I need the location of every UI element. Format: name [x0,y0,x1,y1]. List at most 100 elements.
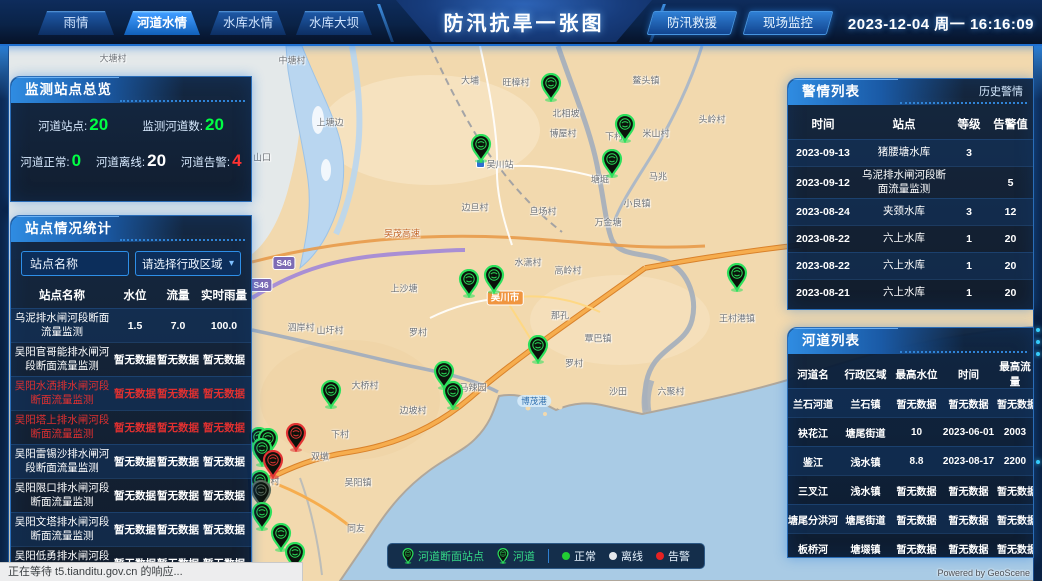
alert-station: 猪腰塘水库 [858,144,950,162]
alert-table-body[interactable]: 2023-09-13猪腰塘水库32023-09-12乌泥排水闸河段断面流量监测5… [788,139,1033,306]
scroll-glow-dot [1036,352,1040,356]
map-place-label: 博茂港 [517,395,551,407]
region-select[interactable]: 请选择行政区域 ▾ [135,251,241,276]
table-row[interactable]: 2023-08-22六上水库120 [788,225,1033,252]
map-marker-normal[interactable] [470,134,492,163]
map-marker-alarm[interactable] [285,423,307,452]
legend-item: 正常 [562,548,596,564]
stat-item: 河道站点:20 [38,115,108,135]
tab-水库大坝[interactable]: 水库大坝 [296,11,372,35]
table-row[interactable]: 鉴江浅水镇8.82023-08-172200 [788,446,1033,475]
flow: 暂无数据 [157,420,199,435]
alert-station: 六上水库 [858,284,950,302]
map-marker-normal[interactable] [527,335,549,364]
column-header: 水位 [113,287,157,303]
river-cell: 暂无数据 [997,512,1033,527]
table-row[interactable]: 2023-09-13猪腰塘水库3 [788,139,1033,166]
legend-label: 河道 [513,548,535,564]
legend-item: 河道断面站点 [402,548,484,564]
table-row[interactable]: 2023-08-21六上水库120 [788,279,1033,306]
river-cell: 塘㙍镇 [838,541,893,556]
legend-item: 离线 [609,548,643,564]
table-row[interactable]: 2023-09-12乌泥排水闸河段断面流量监测5 [788,166,1033,198]
station-name: 吴阳水洒排水闸河段断面流量监测 [11,378,113,408]
region-select-value: 请选择行政区域 [142,256,223,272]
browser-status-popup: 正在等待 t5.tianditu.gov.cn 的响应... [0,562,303,581]
page-title: 防汛抗旱一张图 [444,7,605,36]
map-place-label: 大埔 [461,74,479,87]
river-cell: 塘尾街道 [838,425,893,440]
rainfall: 暂无数据 [199,488,249,503]
chevron-down-icon: ▾ [229,258,234,269]
alert-value: 20 [988,260,1033,272]
map-place-label: 罗村 [409,326,427,339]
history-alerts-link[interactable]: 历史警情 [979,79,1023,105]
alert-level: 3 [950,147,988,159]
map-marker-normal[interactable] [601,149,623,178]
table-row[interactable]: 三叉江浅水镇暂无数据暂无数据暂无数据 [788,475,1033,504]
table-row[interactable]: 吴阳文塔排水闸河段断面流量监测暂无数据暂无数据暂无数据 [11,512,251,546]
river-cell: 暂无数据 [893,541,940,556]
panel-alert-list: 警情列表 历史警情 时间站点等级告警值 2023-09-13猪腰塘水库32023… [787,78,1034,310]
table-row[interactable]: 兰石河道兰石镇暂无数据暂无数据暂无数据 [788,388,1033,417]
river-cell: 鉴江 [788,454,838,469]
map-place-label: 大塘村 [99,52,126,65]
flow: 暂无数据 [157,522,199,537]
stat-item: 监测河道数:20 [142,115,224,135]
tab-雨情[interactable]: 雨情 [38,11,114,35]
table-row[interactable]: 吴阳水洒排水闸河段断面流量监测暂无数据暂无数据暂无数据 [11,376,251,410]
table-row[interactable]: 吴阳雷锡沙排水闸河段断面流量监测暂无数据暂无数据暂无数据 [11,444,251,478]
rainfall: 暂无数据 [199,420,249,435]
top-button-label: 现场监控 [763,12,813,34]
top-button-防汛救援[interactable]: 防汛救援 [646,11,737,35]
table-row[interactable]: 2023-08-22六上水库120 [788,252,1033,279]
station-name-input[interactable] [21,251,129,276]
table-row[interactable]: 袂花江塘尾街道102023-06-012003 [788,417,1033,446]
alert-value: 12 [988,206,1033,218]
tab-河道水情[interactable]: 河道水情 [124,11,200,35]
column-header: 等级 [950,116,988,132]
table-row[interactable]: 塘尾分洪河塘尾街道暂无数据暂无数据暂无数据 [788,504,1033,533]
map-marker-normal[interactable] [320,380,342,409]
table-row[interactable]: 板桥河塘㙍镇暂无数据暂无数据暂无数据 [788,533,1033,558]
river-cell: 暂无数据 [997,396,1033,411]
table-row[interactable]: 乌泥排水闸河段断面流量监测1.57.0100.0 [11,308,251,342]
map-marker-normal[interactable] [614,114,636,143]
table-row[interactable]: 吴阳塔上排水闸河段断面流量监测暂无数据暂无数据暂无数据 [11,410,251,444]
rainfall: 暂无数据 [199,352,249,367]
river-cell: 暂无数据 [893,483,940,498]
river-cell: 暂无数据 [997,483,1033,498]
table-row[interactable]: 吴阳官哥能排水闸河段断面流量监测暂无数据暂无数据暂无数据 [11,342,251,376]
station-name: 吴阳限口排水闸河段断面流量监测 [11,480,113,510]
station-name: 吴阳官哥能排水闸河段断面流量监测 [11,344,113,374]
right-frame-scrollbar[interactable] [1033,46,1042,581]
river-cell: 暂无数据 [940,512,997,527]
river-cell: 暂无数据 [997,541,1033,556]
legend-item: 告警 [656,548,690,564]
map-place-label: 上塘边 [316,116,343,129]
stat-item: 河道正常:0 [20,151,81,171]
alert-value: 20 [988,233,1033,245]
station-name: 乌泥排水闸河段断面流量监测 [11,310,113,340]
alert-level: 3 [950,206,988,218]
table-row[interactable]: 吴阳限口排水闸河段断面流量监测暂无数据暂无数据暂无数据 [11,478,251,512]
river-cell: 板桥河 [788,541,838,556]
legend-label: 告警 [668,548,690,564]
river-cell: 暂无数据 [893,512,940,527]
map-marker-normal[interactable] [483,265,505,294]
map-marker-normal[interactable] [458,269,480,298]
rainfall: 暂无数据 [199,386,249,401]
river-table-body[interactable]: 兰石河道兰石镇暂无数据暂无数据暂无数据袂花江塘尾街道102023-06-0120… [788,388,1033,558]
alert-time: 2023-09-12 [788,177,858,189]
legend-label: 离线 [621,548,643,564]
road-badge-S46: S46 [249,278,272,292]
station-table-body[interactable]: 乌泥排水闸河段断面流量监测1.57.0100.0吴阳官哥能排水闸河段断面流量监测… [11,308,251,575]
map-marker-normal[interactable] [540,73,562,102]
table-row[interactable]: 2023-08-24夹颈水库312 [788,198,1033,225]
map-marker-normal[interactable] [726,263,748,292]
top-button-现场监控[interactable]: 现场监控 [742,11,833,35]
map-marker-normal[interactable] [442,381,464,410]
tab-水库水情[interactable]: 水库水情 [210,11,286,35]
status-dot [656,552,664,560]
river-cell: 暂无数据 [893,396,940,411]
